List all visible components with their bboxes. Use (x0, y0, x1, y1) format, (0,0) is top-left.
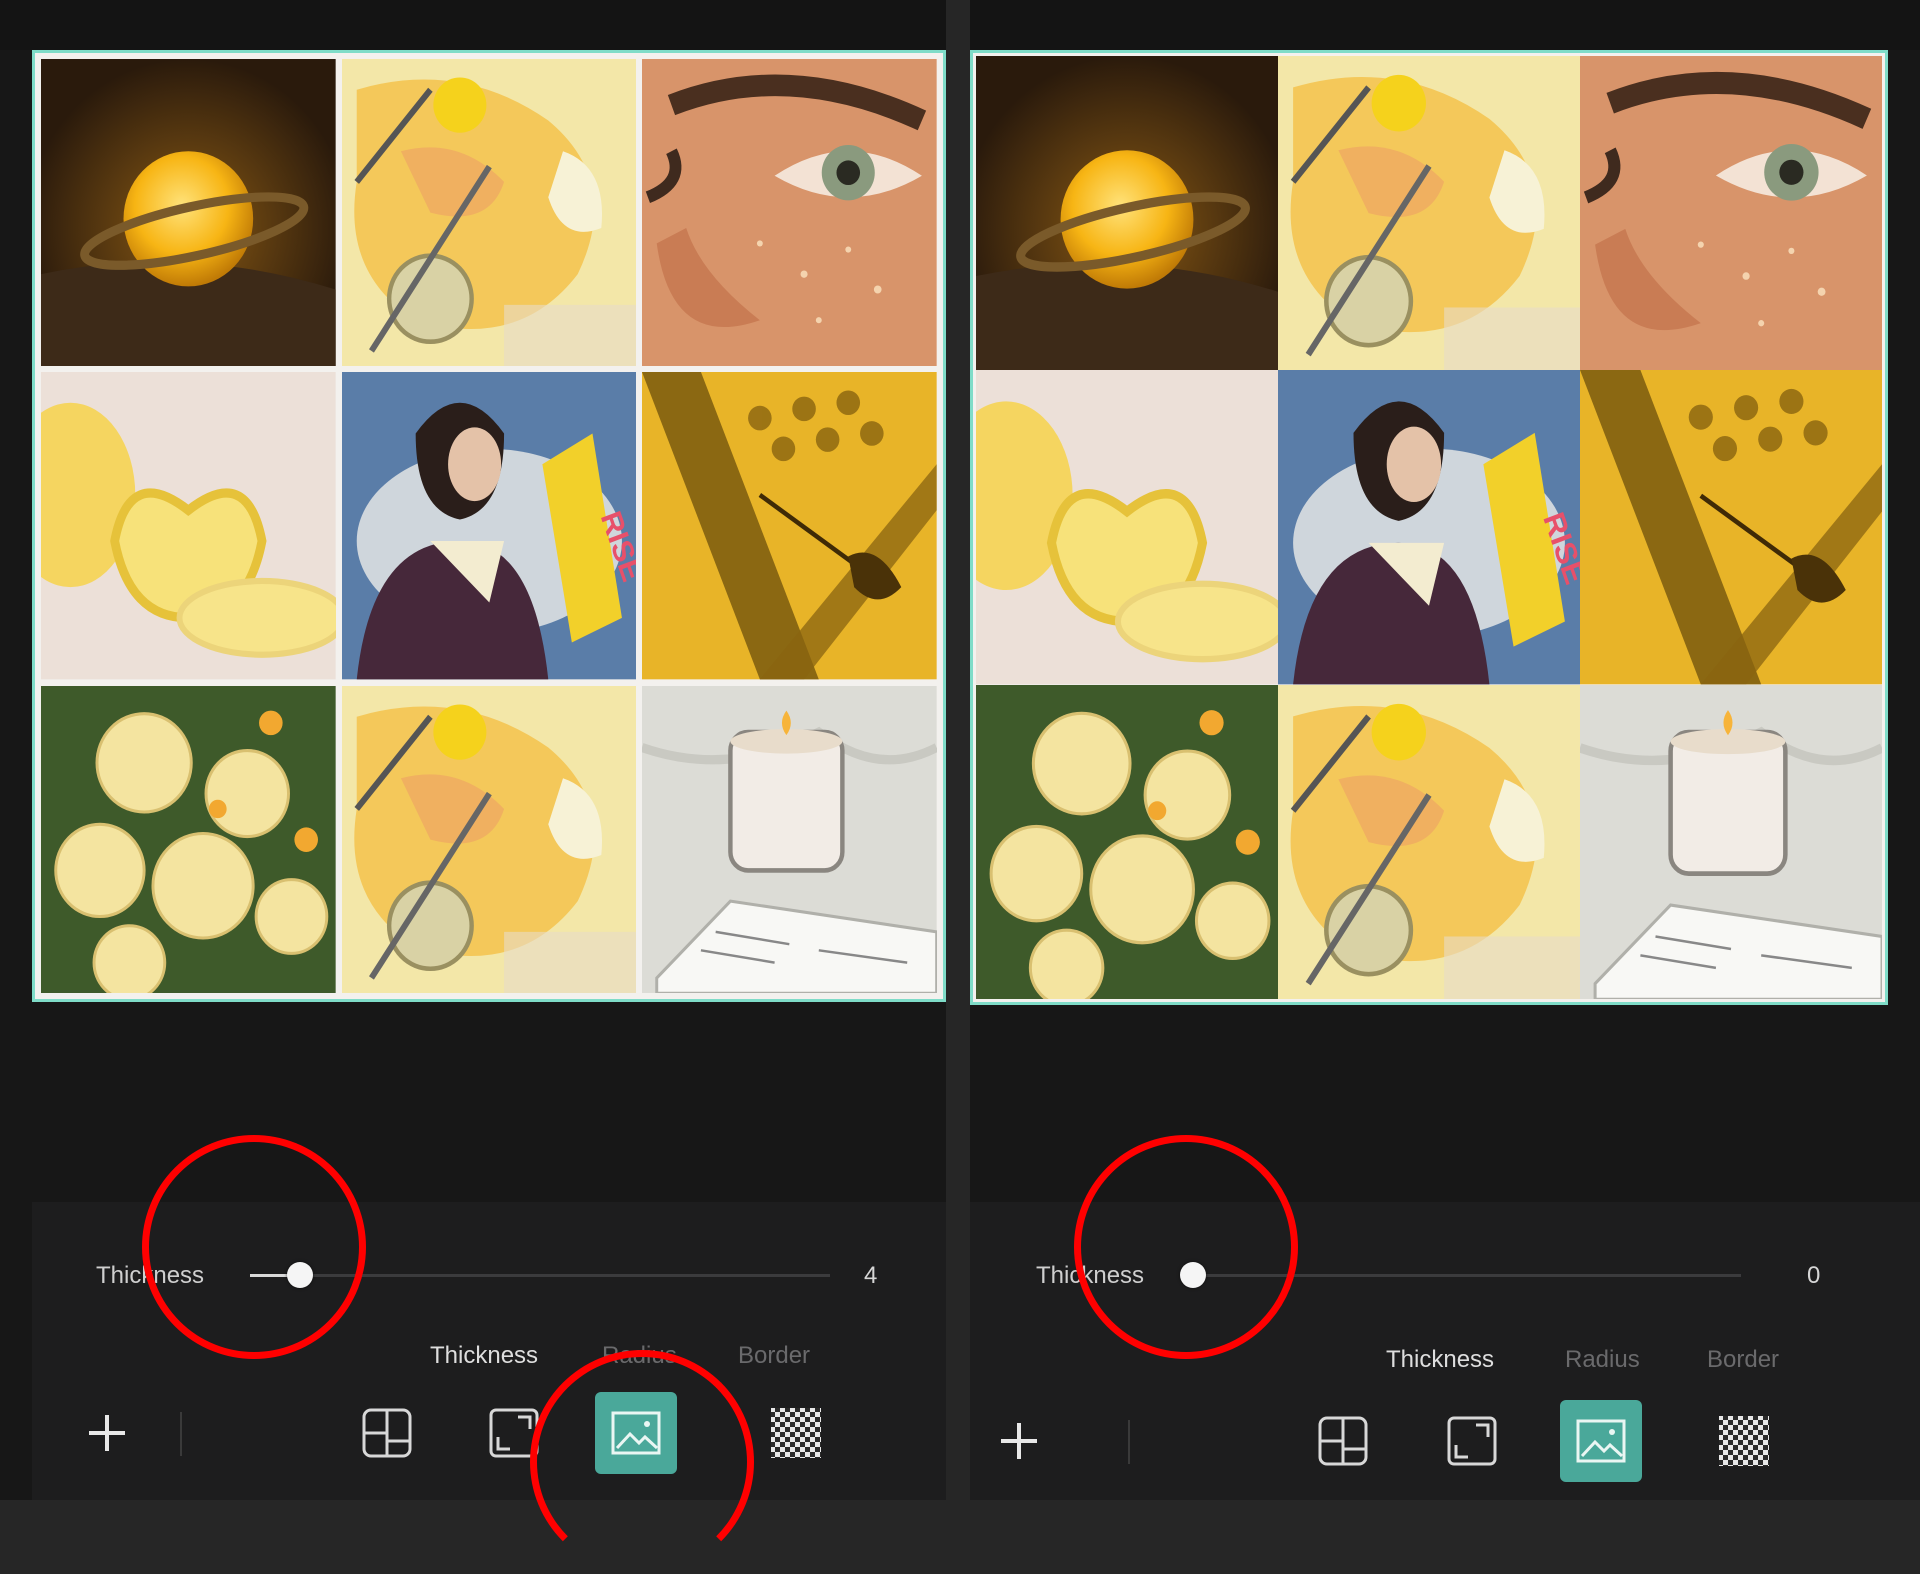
slider-track[interactable] (1198, 1274, 1741, 1277)
slider-fill (250, 1274, 292, 1277)
tab-border[interactable]: Border (738, 1342, 810, 1370)
transparency-button[interactable] (755, 1392, 837, 1474)
slider-label: Thickness (96, 1262, 205, 1289)
add-button[interactable] (66, 1392, 148, 1474)
canvas-area: RISE (32, 50, 946, 1200)
ratio-button[interactable] (473, 1392, 555, 1474)
slider-track[interactable] (250, 1274, 830, 1277)
collage-tile-paint-palette[interactable] (1278, 56, 1580, 371)
collage-tile-lemons[interactable] (976, 370, 1278, 685)
ratio-icon (489, 1408, 539, 1458)
transparency-icon (771, 1408, 821, 1458)
editor-screen-before: RISE Thickness 4 Thickness Radius Border (0, 0, 946, 1500)
layout-button[interactable] (1302, 1400, 1384, 1482)
ratio-button[interactable] (1431, 1400, 1513, 1482)
collage-tile-paint-palette[interactable] (1278, 684, 1580, 999)
tab-radius[interactable]: Radius (602, 1342, 677, 1370)
background-image-button[interactable] (1560, 1400, 1642, 1482)
add-button[interactable] (978, 1400, 1060, 1482)
toolbar-divider (180, 1412, 182, 1456)
collage-tile-freckled-eye[interactable] (1580, 56, 1882, 371)
collage-tile-candle-book[interactable] (642, 685, 937, 993)
collage-grid[interactable]: RISE (970, 50, 1888, 1005)
collage-tile-candle-book[interactable] (1580, 684, 1882, 999)
layout-icon (362, 1408, 412, 1458)
transparency-icon (1719, 1416, 1769, 1466)
border-tabs: Thickness Radius Border (32, 1342, 946, 1382)
border-settings-panel: Thickness 0 Thickness Radius Border (970, 1202, 1920, 1500)
background-image-icon (611, 1411, 661, 1455)
collage-tile-woman-megaphone[interactable]: RISE (341, 372, 637, 680)
transparency-button[interactable] (1703, 1400, 1785, 1482)
bottom-toolbar (970, 1400, 1920, 1500)
bottom-toolbar (32, 1392, 946, 1500)
collage-tile-shadow-flower[interactable] (642, 372, 937, 680)
tab-border[interactable]: Border (1707, 1346, 1779, 1374)
top-bar (0, 0, 946, 50)
tab-radius[interactable]: Radius (1565, 1346, 1640, 1374)
collage-tile-lemons[interactable] (41, 372, 336, 680)
slider-value: 4 (864, 1262, 878, 1289)
tab-thickness[interactable]: Thickness (1386, 1346, 1494, 1374)
layout-button[interactable] (346, 1392, 428, 1474)
slider-value: 0 (1807, 1262, 1821, 1289)
background-image-icon (1576, 1419, 1626, 1463)
toolbar-divider (1128, 1420, 1130, 1464)
collage-tile-freckled-eye[interactable] (642, 59, 937, 367)
background-image-button[interactable] (595, 1392, 677, 1474)
thickness-slider[interactable]: Thickness 4 (32, 1252, 946, 1292)
collage-tile-shadow-flower[interactable] (1580, 370, 1882, 685)
border-settings-panel: Thickness 4 Thickness Radius Border (32, 1202, 946, 1500)
collage-tile-paint-palette[interactable] (341, 685, 637, 993)
top-bar (970, 0, 1920, 50)
collage-tile-yellow-roses[interactable] (976, 684, 1278, 999)
layout-icon (1318, 1416, 1368, 1466)
collage-tile-saturn-lamp[interactable] (41, 59, 336, 367)
tab-thickness[interactable]: Thickness (430, 1342, 538, 1370)
slider-knob[interactable] (1180, 1262, 1206, 1288)
collage-tile-woman-megaphone[interactable]: RISE (1278, 370, 1580, 685)
collage-tile-paint-palette[interactable] (341, 59, 637, 367)
slider-knob[interactable] (287, 1262, 313, 1288)
slider-label: Thickness (1036, 1262, 1145, 1289)
thickness-slider[interactable]: Thickness 0 (970, 1252, 1920, 1292)
collage-grid[interactable]: RISE (32, 50, 946, 1002)
ratio-icon (1447, 1416, 1497, 1466)
editor-screen-after: RISE Thickness 0 Thickness Radius Border (970, 0, 1920, 1500)
add-icon (1001, 1423, 1037, 1459)
canvas-area: RISE (970, 50, 1920, 1200)
collage-tile-yellow-roses[interactable] (41, 685, 336, 993)
border-tabs: Thickness Radius Border (970, 1346, 1920, 1386)
add-icon (89, 1415, 125, 1451)
collage-tile-saturn-lamp[interactable] (976, 56, 1278, 371)
